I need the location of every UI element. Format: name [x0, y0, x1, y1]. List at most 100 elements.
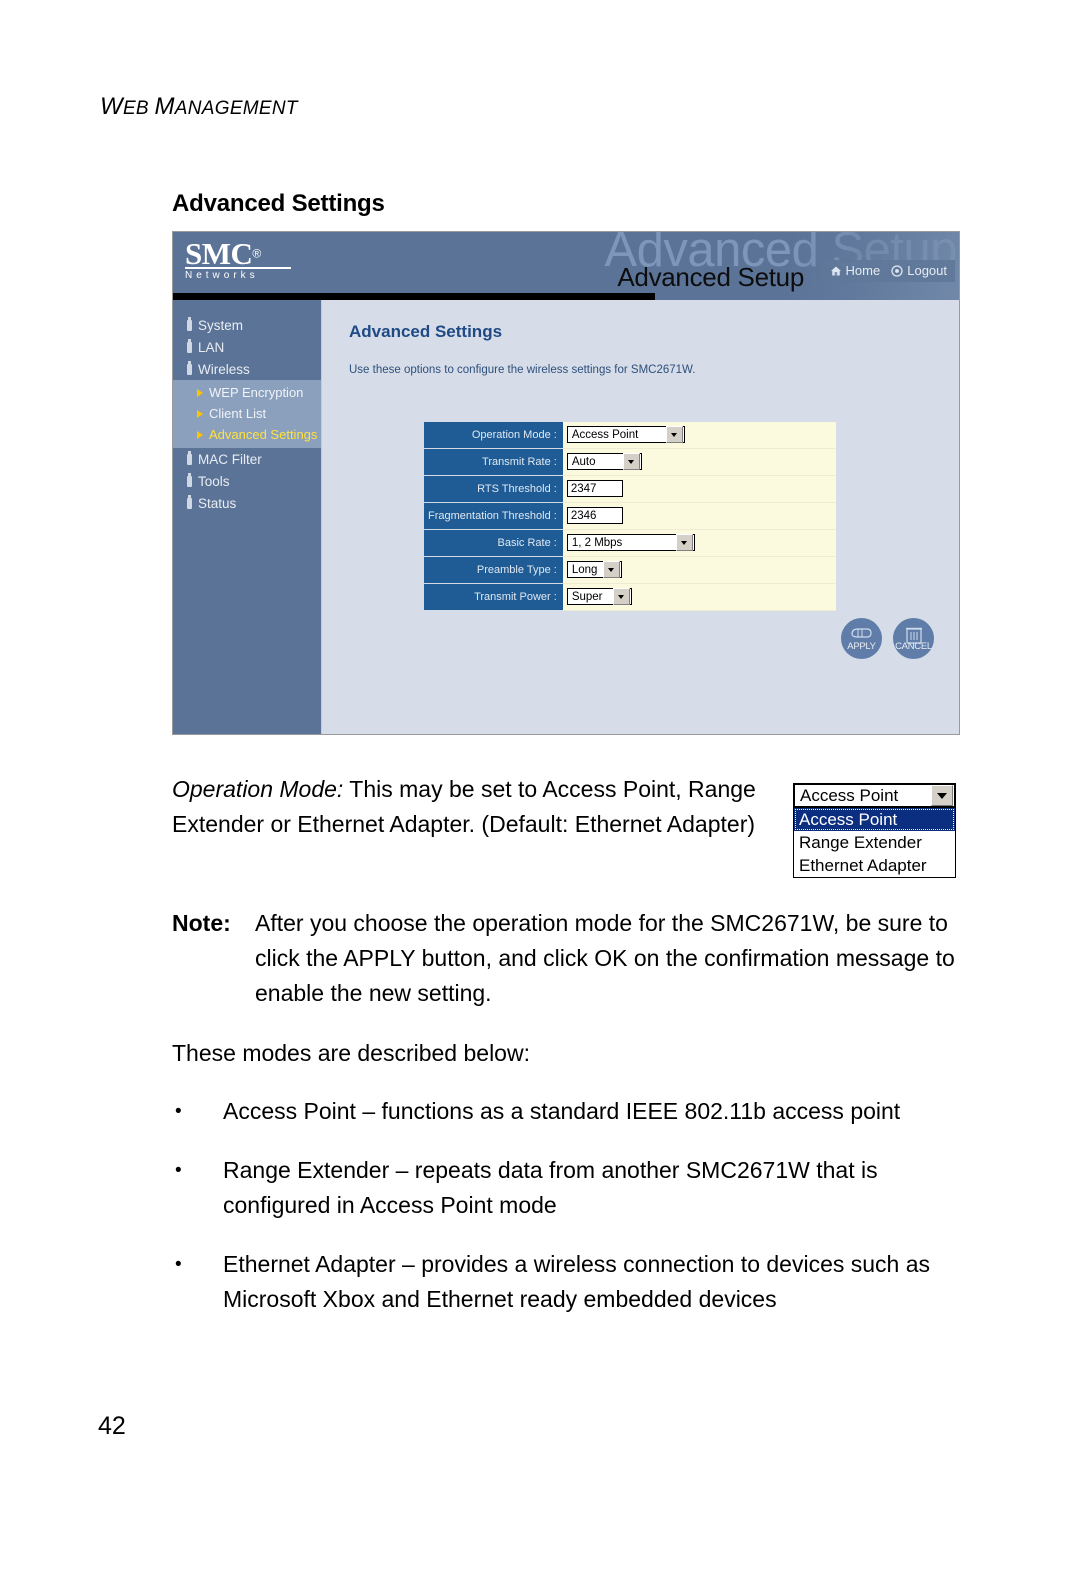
modes-bullet-list: • Access Point – functions as a standard…: [172, 1094, 972, 1341]
router-ui-screenshot: Advanced Setup SMC® Networks Advanced Se…: [172, 231, 960, 735]
basic-rate-value: 1, 2 Mbps: [571, 536, 623, 549]
sidebar-subitem-label: WEP Encryption: [209, 385, 304, 400]
running-head-anagement: ANAGEMENT: [174, 98, 298, 119]
transmit-rate-value: Auto: [571, 455, 596, 468]
running-head-eb: EB: [122, 98, 155, 119]
smc-logo: SMC® Networks: [185, 238, 291, 281]
callout-option-access-point[interactable]: Access Point: [794, 808, 955, 831]
operation-mode-dropdown-callout: Access Point Access Point Range Extender…: [793, 783, 956, 878]
sidebar-item-lan[interactable]: LAN: [173, 336, 321, 358]
callout-select-closed[interactable]: Access Point: [793, 783, 956, 808]
field-value-cell: Long: [562, 556, 836, 584]
field-value-cell: Access Point: [562, 422, 836, 449]
form-action-buttons: APPLY CANCEL: [841, 618, 934, 659]
router-header-band: Advanced Setup SMC® Networks Advanced Se…: [173, 232, 959, 300]
page-number: 42: [98, 1412, 126, 1440]
chevron-right-icon: [197, 430, 203, 439]
logout-icon: [891, 264, 903, 277]
chevron-right-icon: [197, 409, 203, 418]
note-label: Note:: [172, 910, 231, 936]
router-sidebar: System LAN Wireless WEP Encryption Clien…: [173, 300, 321, 734]
transmit-rate-select[interactable]: Auto: [566, 453, 642, 471]
basic-rate-select[interactable]: 1, 2 Mbps: [566, 534, 695, 552]
content-heading: Advanced Settings: [349, 322, 503, 341]
sidebar-item-mac-filter[interactable]: MAC Filter: [173, 448, 321, 470]
chevron-right-icon: [197, 388, 203, 397]
running-head-m: M: [154, 93, 175, 120]
chevron-down-icon: [612, 588, 630, 606]
callout-option-range-extender[interactable]: Range Extender: [794, 831, 955, 854]
sidebar-item-label: Tools: [198, 473, 230, 489]
sidebar-item-wep-encryption[interactable]: WEP Encryption: [173, 382, 321, 403]
home-icon: [830, 265, 842, 277]
header-black-bar: [173, 293, 655, 300]
field-value-cell: Super: [562, 583, 836, 611]
content-description: Use these options to configure the wirel…: [349, 364, 696, 376]
operation-mode-term: Operation Mode:: [172, 776, 344, 802]
field-value-cell: Auto: [562, 448, 836, 476]
list-item: • Access Point – functions as a standard…: [172, 1094, 972, 1129]
list-item: • Range Extender – repeats data from ano…: [172, 1153, 972, 1223]
chevron-down-icon: [931, 785, 953, 806]
sidebar-item-label: System: [198, 317, 244, 333]
callout-option-ethernet-adapter[interactable]: Ethernet Adapter: [794, 854, 955, 877]
apply-button[interactable]: APPLY: [841, 618, 882, 659]
sidebar-subitem-label: Client List: [209, 406, 267, 421]
field-value-cell: 2346: [562, 502, 836, 530]
field-label: Preamble Type :: [424, 556, 563, 584]
sidebar-item-client-list[interactable]: Client List: [173, 403, 321, 424]
home-link[interactable]: Home: [830, 263, 880, 278]
operation-mode-select[interactable]: Access Point: [566, 426, 685, 444]
sidebar-item-label: LAN: [198, 339, 225, 355]
sidebar-subitem-label: Advanced Settings: [209, 427, 318, 442]
running-head: WEB MANAGEMENT: [100, 93, 298, 121]
bullet-icon: •: [175, 1101, 182, 1122]
callout-option-list: Access Point Range Extender Ethernet Ada…: [793, 808, 956, 878]
field-label: Fragmentation Threshold :: [424, 502, 563, 530]
chevron-down-icon: [665, 426, 683, 444]
sidebar-item-wireless[interactable]: Wireless: [173, 358, 321, 380]
router-body: System LAN Wireless WEP Encryption Clien…: [173, 300, 959, 734]
hand-icon: [841, 625, 882, 641]
chevron-down-icon: [675, 534, 693, 552]
bullet-icon: •: [175, 1254, 182, 1275]
logout-link-label: Logout: [907, 263, 947, 278]
nav-bullet-icon: [187, 497, 192, 509]
field-label: RTS Threshold :: [424, 475, 563, 503]
form-row-preamble-type: Preamble Type : Long: [424, 556, 836, 584]
modes-intro-text: These modes are described below:: [172, 1040, 530, 1066]
registered-mark-icon: ®: [252, 246, 262, 261]
cancel-button[interactable]: CANCEL: [893, 618, 934, 659]
list-item-text: Ethernet Adapter – provides a wireless c…: [223, 1251, 931, 1312]
preamble-type-select[interactable]: Long: [566, 561, 622, 579]
transmit-power-value: Super: [571, 590, 603, 603]
operation-mode-paragraph: Operation Mode: This may be set to Acces…: [172, 772, 772, 842]
field-label: Transmit Power :: [424, 583, 563, 611]
nav-bullet-icon: [187, 453, 192, 465]
sidebar-item-label: MAC Filter: [198, 451, 262, 467]
fragmentation-threshold-input[interactable]: 2346: [566, 507, 623, 525]
sidebar-item-advanced-settings[interactable]: Advanced Settings: [173, 424, 321, 445]
running-head-w: W: [100, 93, 123, 120]
page-title: Advanced Settings: [172, 190, 385, 217]
note-text: After you choose the operation mode for …: [255, 910, 955, 1006]
form-row-basic-rate: Basic Rate : 1, 2 Mbps: [424, 529, 836, 557]
sidebar-item-system[interactable]: System: [173, 314, 321, 336]
sidebar-item-label: Status: [198, 495, 237, 511]
field-value-cell: 2347: [562, 475, 836, 503]
sidebar-item-status[interactable]: Status: [173, 492, 321, 514]
field-value-cell: 1, 2 Mbps: [562, 529, 836, 557]
sidebar-item-tools[interactable]: Tools: [173, 470, 321, 492]
header-title: Advanced Setup: [617, 262, 804, 292]
transmit-power-select[interactable]: Super: [566, 588, 632, 606]
logout-link[interactable]: Logout: [891, 263, 947, 278]
list-item-text: Access Point – functions as a standard I…: [223, 1098, 901, 1124]
nav-bullet-icon: [187, 363, 192, 375]
sidebar-item-label: Wireless: [198, 361, 250, 377]
preamble-type-value: Long: [571, 563, 598, 576]
form-row-fragmentation-threshold: Fragmentation Threshold : 2346: [424, 502, 836, 530]
cancel-button-label: CANCEL: [895, 641, 932, 652]
form-row-transmit-rate: Transmit Rate : Auto: [424, 448, 836, 476]
advanced-settings-form: Operation Mode : Access Point Transmit R…: [424, 422, 836, 611]
rts-threshold-input[interactable]: 2347: [566, 480, 623, 498]
